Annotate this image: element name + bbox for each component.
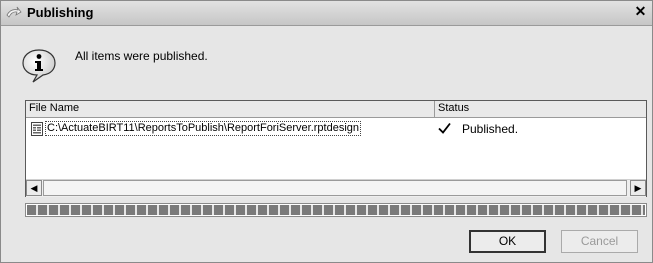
progress-bar [25, 203, 647, 217]
close-button[interactable]: ✕ [632, 4, 649, 20]
status-cell: Published. [462, 122, 519, 136]
ok-button[interactable]: OK [469, 230, 546, 253]
report-file-icon [31, 122, 43, 136]
file-name-cell[interactable]: C:\ActuateBIRT11\ReportsToPublish\Report… [45, 121, 362, 136]
list-header: File Name Status [26, 101, 646, 118]
window-title: Publishing [27, 5, 94, 20]
status-message: All items were published. [75, 49, 208, 63]
progress-bar-fill [27, 205, 645, 215]
scrollbar-thumb[interactable] [43, 180, 627, 196]
column-header-file-name[interactable]: File Name [26, 101, 435, 117]
horizontal-scrollbar[interactable]: ◀ ▶ [26, 179, 646, 197]
publish-icon [6, 6, 22, 18]
table-row[interactable]: C:\ActuateBIRT11\ReportsToPublish\Report… [26, 118, 646, 140]
column-header-status[interactable]: Status [435, 101, 646, 117]
checkmark-icon [438, 122, 451, 134]
publishing-dialog: Publishing ✕ All items were published. F… [0, 0, 653, 263]
cancel-button[interactable]: Cancel [561, 230, 638, 253]
scroll-right-button[interactable]: ▶ [630, 180, 646, 196]
scroll-left-button[interactable]: ◀ [26, 180, 42, 196]
title-bar[interactable]: Publishing ✕ [1, 1, 652, 26]
info-icon [22, 49, 56, 83]
published-items-list[interactable]: File Name Status C:\ActuateBIRT11\Report… [25, 100, 647, 197]
